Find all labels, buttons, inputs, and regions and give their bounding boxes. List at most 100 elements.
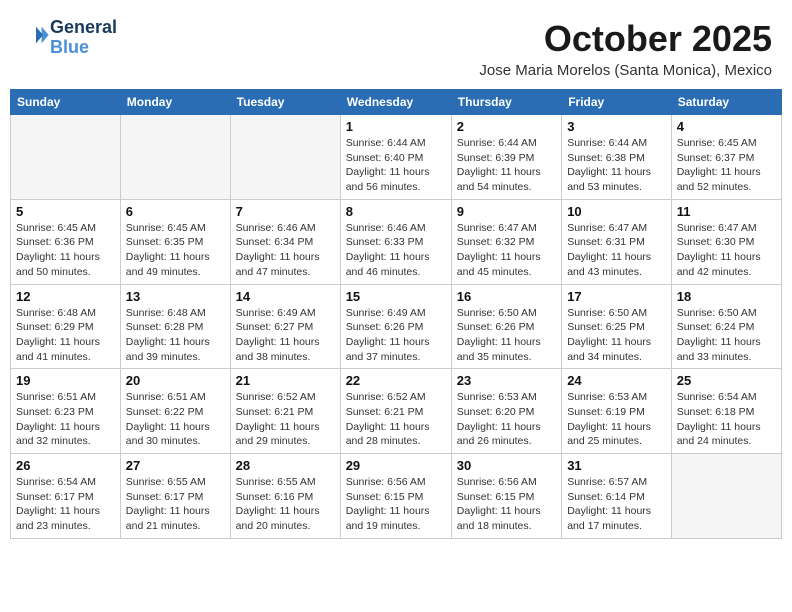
calendar-week-row: 26 Sunrise: 6:54 AM Sunset: 6:17 PM Dayli… xyxy=(11,454,782,539)
day-info: Sunrise: 6:55 AM Sunset: 6:16 PM Dayligh… xyxy=(236,475,335,534)
calendar-cell: 16 Sunrise: 6:50 AM Sunset: 6:26 PM Dayli… xyxy=(451,284,561,369)
day-number: 11 xyxy=(677,204,776,219)
logo-text: GeneralBlue xyxy=(50,18,117,58)
calendar-cell: 22 Sunrise: 6:52 AM Sunset: 6:21 PM Dayli… xyxy=(340,369,451,454)
day-number: 2 xyxy=(457,119,556,134)
day-info: Sunrise: 6:44 AM Sunset: 6:40 PM Dayligh… xyxy=(346,136,446,195)
calendar-table: SundayMondayTuesdayWednesdayThursdayFrid… xyxy=(10,89,782,539)
day-number: 17 xyxy=(567,289,666,304)
day-number: 1 xyxy=(346,119,446,134)
day-number: 5 xyxy=(16,204,115,219)
calendar-week-row: 19 Sunrise: 6:51 AM Sunset: 6:23 PM Dayli… xyxy=(11,369,782,454)
day-info: Sunrise: 6:47 AM Sunset: 6:32 PM Dayligh… xyxy=(457,221,556,280)
day-number: 13 xyxy=(126,289,225,304)
day-number: 6 xyxy=(126,204,225,219)
day-info: Sunrise: 6:46 AM Sunset: 6:33 PM Dayligh… xyxy=(346,221,446,280)
day-number: 4 xyxy=(677,119,776,134)
day-number: 25 xyxy=(677,373,776,388)
day-info: Sunrise: 6:44 AM Sunset: 6:39 PM Dayligh… xyxy=(457,136,556,195)
calendar-cell: 11 Sunrise: 6:47 AM Sunset: 6:30 PM Dayli… xyxy=(671,199,781,284)
calendar-cell: 6 Sunrise: 6:45 AM Sunset: 6:35 PM Daylig… xyxy=(120,199,230,284)
calendar-cell xyxy=(120,115,230,200)
calendar-cell: 19 Sunrise: 6:51 AM Sunset: 6:23 PM Dayli… xyxy=(11,369,121,454)
weekday-header-row: SundayMondayTuesdayWednesdayThursdayFrid… xyxy=(11,90,782,115)
day-number: 29 xyxy=(346,458,446,473)
day-number: 3 xyxy=(567,119,666,134)
day-number: 22 xyxy=(346,373,446,388)
calendar-cell: 1 Sunrise: 6:44 AM Sunset: 6:40 PM Daylig… xyxy=(340,115,451,200)
day-info: Sunrise: 6:47 AM Sunset: 6:31 PM Dayligh… xyxy=(567,221,666,280)
calendar-week-row: 1 Sunrise: 6:44 AM Sunset: 6:40 PM Daylig… xyxy=(11,115,782,200)
weekday-header-friday: Friday xyxy=(562,90,672,115)
day-number: 31 xyxy=(567,458,666,473)
calendar-cell: 10Sunrise: 6:47 AM Sunset: 6:31 PM Dayli… xyxy=(562,199,672,284)
day-number: 7 xyxy=(236,204,335,219)
calendar-cell: 4 Sunrise: 6:45 AM Sunset: 6:37 PM Daylig… xyxy=(671,115,781,200)
day-number: 28 xyxy=(236,458,335,473)
day-info: Sunrise: 6:57 AM Sunset: 6:14 PM Dayligh… xyxy=(567,475,666,534)
calendar-cell: 31 Sunrise: 6:57 AM Sunset: 6:14 PM Dayli… xyxy=(562,454,672,539)
day-number: 15 xyxy=(346,289,446,304)
day-info: Sunrise: 6:51 AM Sunset: 6:23 PM Dayligh… xyxy=(16,390,115,449)
calendar-cell: 9Sunrise: 6:47 AM Sunset: 6:32 PM Daylig… xyxy=(451,199,561,284)
day-info: Sunrise: 6:53 AM Sunset: 6:20 PM Dayligh… xyxy=(457,390,556,449)
day-number: 23 xyxy=(457,373,556,388)
day-number: 16 xyxy=(457,289,556,304)
day-number: 18 xyxy=(677,289,776,304)
day-info: Sunrise: 6:47 AM Sunset: 6:30 PM Dayligh… xyxy=(677,221,776,280)
day-info: Sunrise: 6:54 AM Sunset: 6:17 PM Dayligh… xyxy=(16,475,115,534)
calendar-cell: 18 Sunrise: 6:50 AM Sunset: 6:24 PM Dayli… xyxy=(671,284,781,369)
calendar-cell: 5 Sunrise: 6:45 AM Sunset: 6:36 PM Daylig… xyxy=(11,199,121,284)
page-header: GeneralBlue October 2025 Jose Maria More… xyxy=(10,10,782,83)
day-number: 14 xyxy=(236,289,335,304)
day-info: Sunrise: 6:50 AM Sunset: 6:25 PM Dayligh… xyxy=(567,306,666,365)
day-number: 26 xyxy=(16,458,115,473)
title-block: October 2025 Jose Maria Morelos (Santa M… xyxy=(479,18,772,79)
day-info: Sunrise: 6:52 AM Sunset: 6:21 PM Dayligh… xyxy=(236,390,335,449)
day-info: Sunrise: 6:44 AM Sunset: 6:38 PM Dayligh… xyxy=(567,136,666,195)
day-info: Sunrise: 6:51 AM Sunset: 6:22 PM Dayligh… xyxy=(126,390,225,449)
day-number: 30 xyxy=(457,458,556,473)
day-info: Sunrise: 6:48 AM Sunset: 6:29 PM Dayligh… xyxy=(16,306,115,365)
calendar-cell: 17 Sunrise: 6:50 AM Sunset: 6:25 PM Dayli… xyxy=(562,284,672,369)
calendar-cell: 23 Sunrise: 6:53 AM Sunset: 6:20 PM Dayli… xyxy=(451,369,561,454)
day-info: Sunrise: 6:46 AM Sunset: 6:34 PM Dayligh… xyxy=(236,221,335,280)
day-info: Sunrise: 6:53 AM Sunset: 6:19 PM Dayligh… xyxy=(567,390,666,449)
day-number: 20 xyxy=(126,373,225,388)
day-info: Sunrise: 6:52 AM Sunset: 6:21 PM Dayligh… xyxy=(346,390,446,449)
day-info: Sunrise: 6:50 AM Sunset: 6:26 PM Dayligh… xyxy=(457,306,556,365)
day-info: Sunrise: 6:56 AM Sunset: 6:15 PM Dayligh… xyxy=(457,475,556,534)
day-info: Sunrise: 6:54 AM Sunset: 6:18 PM Dayligh… xyxy=(677,390,776,449)
day-info: Sunrise: 6:45 AM Sunset: 6:36 PM Dayligh… xyxy=(16,221,115,280)
day-number: 12 xyxy=(16,289,115,304)
calendar-cell: 12 Sunrise: 6:48 AM Sunset: 6:29 PM Dayli… xyxy=(11,284,121,369)
weekday-header-sunday: Sunday xyxy=(11,90,121,115)
calendar-cell: 26 Sunrise: 6:54 AM Sunset: 6:17 PM Dayli… xyxy=(11,454,121,539)
day-info: Sunrise: 6:45 AM Sunset: 6:35 PM Dayligh… xyxy=(126,221,225,280)
day-info: Sunrise: 6:48 AM Sunset: 6:28 PM Dayligh… xyxy=(126,306,225,365)
calendar-week-row: 12 Sunrise: 6:48 AM Sunset: 6:29 PM Dayli… xyxy=(11,284,782,369)
weekday-header-monday: Monday xyxy=(120,90,230,115)
day-number: 21 xyxy=(236,373,335,388)
month-title: October 2025 xyxy=(479,18,772,60)
calendar-cell xyxy=(230,115,340,200)
weekday-header-tuesday: Tuesday xyxy=(230,90,340,115)
calendar-cell: 20 Sunrise: 6:51 AM Sunset: 6:22 PM Dayli… xyxy=(120,369,230,454)
day-info: Sunrise: 6:45 AM Sunset: 6:37 PM Dayligh… xyxy=(677,136,776,195)
calendar-cell: 15Sunrise: 6:49 AM Sunset: 6:26 PM Dayli… xyxy=(340,284,451,369)
day-info: Sunrise: 6:56 AM Sunset: 6:15 PM Dayligh… xyxy=(346,475,446,534)
calendar-cell: 3 Sunrise: 6:44 AM Sunset: 6:38 PM Daylig… xyxy=(562,115,672,200)
day-number: 8 xyxy=(346,204,446,219)
calendar-week-row: 5 Sunrise: 6:45 AM Sunset: 6:36 PM Daylig… xyxy=(11,199,782,284)
calendar-cell: 13 Sunrise: 6:48 AM Sunset: 6:28 PM Dayli… xyxy=(120,284,230,369)
calendar-cell: 24Sunrise: 6:53 AM Sunset: 6:19 PM Dayli… xyxy=(562,369,672,454)
day-info: Sunrise: 6:50 AM Sunset: 6:24 PM Dayligh… xyxy=(677,306,776,365)
calendar-cell: 7 Sunrise: 6:46 AM Sunset: 6:34 PM Daylig… xyxy=(230,199,340,284)
day-number: 19 xyxy=(16,373,115,388)
day-info: Sunrise: 6:55 AM Sunset: 6:17 PM Dayligh… xyxy=(126,475,225,534)
calendar-cell: 27Sunrise: 6:55 AM Sunset: 6:17 PM Dayli… xyxy=(120,454,230,539)
calendar-cell xyxy=(11,115,121,200)
day-info: Sunrise: 6:49 AM Sunset: 6:27 PM Dayligh… xyxy=(236,306,335,365)
calendar-cell: 30 Sunrise: 6:56 AM Sunset: 6:15 PM Dayli… xyxy=(451,454,561,539)
calendar-cell: 25 Sunrise: 6:54 AM Sunset: 6:18 PM Dayli… xyxy=(671,369,781,454)
